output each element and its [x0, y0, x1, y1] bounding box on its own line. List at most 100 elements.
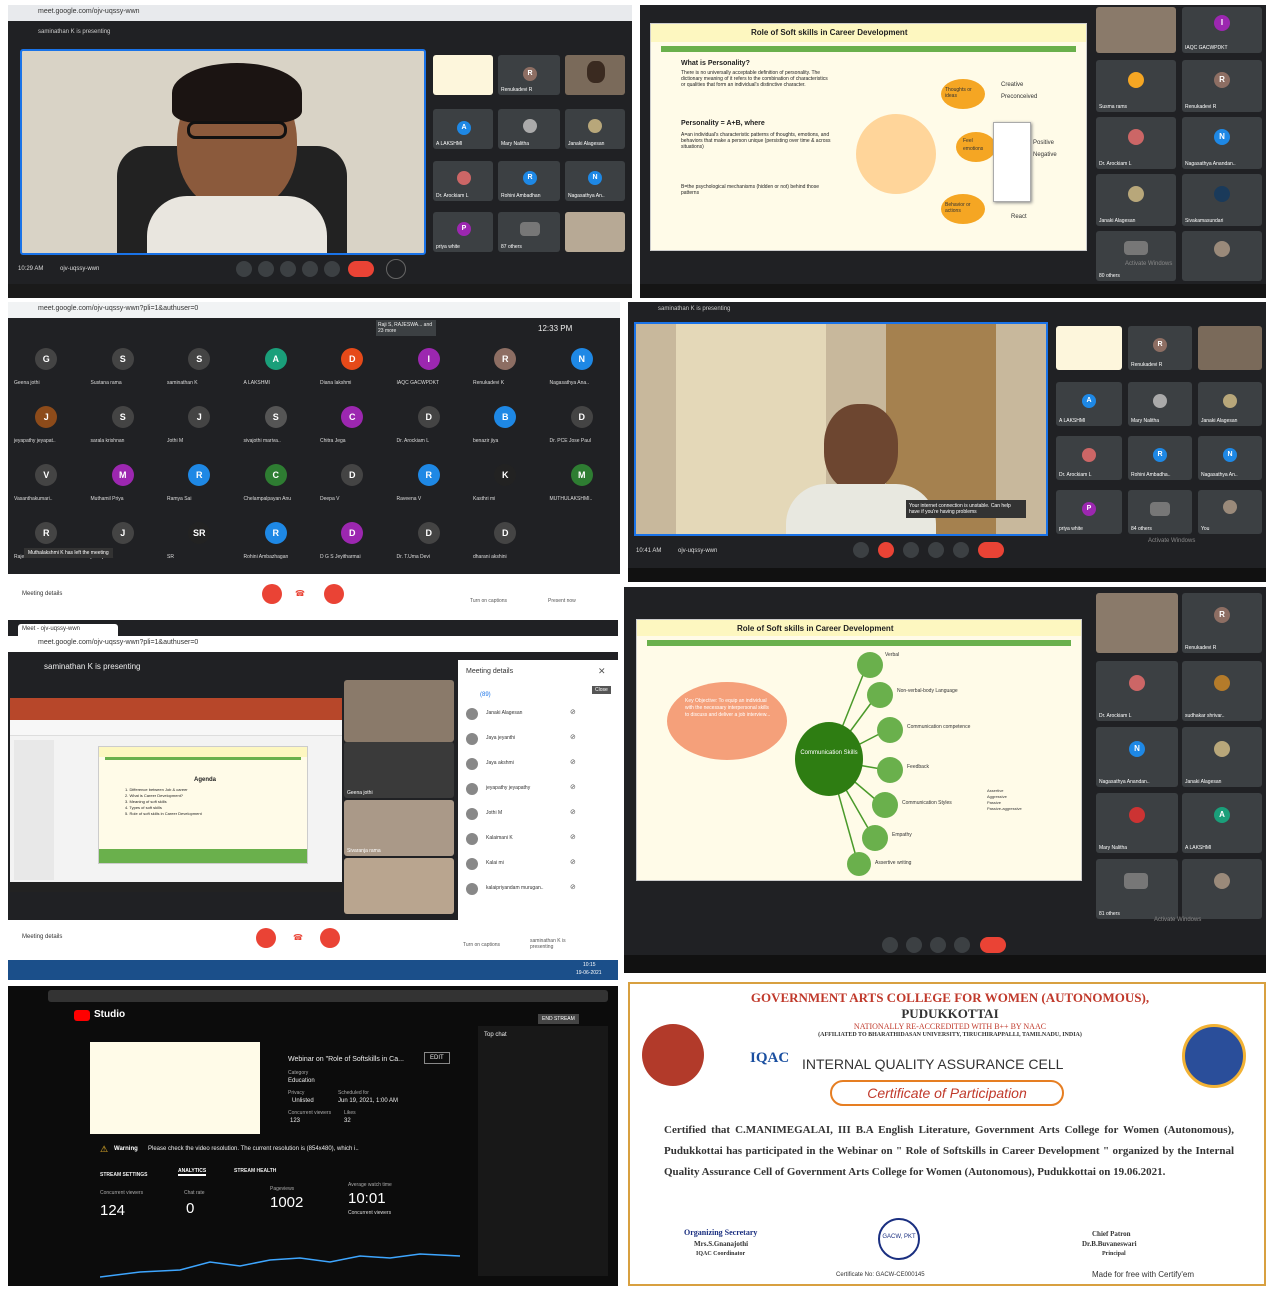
- participant-cell[interactable]: D Deepa V: [314, 456, 391, 514]
- tile-others[interactable]: 87 others: [498, 212, 560, 252]
- participant-cell[interactable]: C Chitra Jega: [314, 398, 391, 456]
- participant-cell[interactable]: Jjai vejatha: [85, 514, 162, 572]
- meeting-details-button[interactable]: Meeting details: [22, 934, 62, 940]
- context-menu[interactable]: [993, 122, 1031, 202]
- people-list-item[interactable]: Jaya akshmi ⊘: [466, 756, 611, 776]
- present-label[interactable]: Present now: [548, 598, 576, 604]
- tile-iaqc[interactable]: I IAQC GACWPDKT: [1182, 7, 1262, 53]
- participant-cell[interactable]: D Dr. T.Uma Devi: [391, 514, 468, 572]
- tile-susma[interactable]: Susma rams: [1096, 60, 1176, 112]
- meeting-details-button[interactable]: Meeting details: [22, 591, 62, 597]
- tile-arockiam[interactable]: Dr. Arockiam L: [1096, 117, 1176, 169]
- captions-label[interactable]: Turn on captions: [463, 942, 500, 948]
- captions-label[interactable]: Turn on captions: [470, 598, 507, 604]
- browser-tab[interactable]: Meet - ojv-uqssy-wwn: [18, 624, 118, 636]
- tile-arockiam[interactable]: Dr. Arockiam L: [1056, 436, 1122, 480]
- tile-slide-thumb[interactable]: [1056, 326, 1122, 370]
- leave-call-button[interactable]: ☎: [290, 932, 306, 944]
- participant-cell[interactable]: Ssarala krishnan: [85, 398, 162, 456]
- participant-cell[interactable]: Jjeyapathy jeyapat..: [8, 398, 85, 456]
- participant-cell[interactable]: Ddharani akshini: [467, 514, 544, 572]
- tile-you[interactable]: You: [1198, 490, 1262, 534]
- participant-cell[interactable]: D Dr. Arockiam L: [391, 398, 468, 456]
- people-list-item[interactable]: Janaki Alagesan ⊘: [466, 706, 611, 726]
- tile-mary[interactable]: Mary Nalitha: [1128, 382, 1192, 426]
- leave-call-button[interactable]: [980, 937, 1006, 953]
- tile-janaki[interactable]: Janaki Alagesan: [1198, 382, 1262, 426]
- tile-a-lakshmi[interactable]: AA LAKSHMI: [433, 109, 493, 149]
- tile-mary-nalitha[interactable]: Mary Nalitha: [498, 109, 560, 149]
- tile-video-speaker[interactable]: [1096, 7, 1176, 53]
- leave-call-button[interactable]: [348, 261, 374, 277]
- tab-stream-health[interactable]: STREAM HEALTH: [234, 1168, 276, 1174]
- participant-cell[interactable]: R Raveena V: [391, 456, 468, 514]
- participant-cell[interactable]: SR SR: [161, 514, 238, 572]
- participant-cell[interactable]: K Kasthri mi: [467, 456, 544, 514]
- tile-others[interactable]: 80 others: [1096, 231, 1176, 281]
- camera-off-button[interactable]: [320, 928, 340, 948]
- tile-self-video[interactable]: [565, 212, 625, 252]
- tile-video-man[interactable]: [565, 55, 625, 95]
- participant-cell[interactable]: D Dr. PCE Jose Paul: [544, 398, 621, 456]
- end-stream-button[interactable]: END STREAM: [538, 1014, 579, 1024]
- camera-button[interactable]: [906, 937, 922, 953]
- participant-cell[interactable]: R Renukadevi K: [467, 340, 544, 398]
- tile-janaki[interactable]: Janaki Alagesan: [1096, 174, 1176, 226]
- tile-rohini[interactable]: R Rohini Ambadha..: [1128, 436, 1192, 480]
- tile-arockiam[interactable]: Dr. Arockiam L: [1096, 661, 1178, 721]
- people-list-item[interactable]: Jaya jeyanthi ⊘: [466, 731, 611, 751]
- captions-button[interactable]: [930, 937, 946, 953]
- participant-cell[interactable]: Ssaminathan K: [161, 340, 238, 398]
- tile-a-lakshmi[interactable]: AA LAKSHMI: [1182, 793, 1262, 853]
- tile-nagasathya[interactable]: N Nagasathya Anandan..: [1096, 727, 1178, 787]
- tile-sivaranja[interactable]: Sivaranja rama: [344, 800, 454, 856]
- browser-address-bar[interactable]: meet.google.com/ojv-uqssy-wwn: [8, 5, 632, 21]
- tile-renukadevi[interactable]: R Renukadevi R: [1128, 326, 1192, 370]
- tile-self[interactable]: [1182, 231, 1262, 281]
- present-button[interactable]: [302, 261, 318, 277]
- mic-button[interactable]: [853, 542, 869, 558]
- tab-stream-settings[interactable]: STREAM SETTINGS: [100, 1172, 148, 1178]
- camera-off-button[interactable]: [324, 584, 344, 604]
- tile-priya[interactable]: Ppriya white: [433, 212, 493, 252]
- tile-others[interactable]: 81 others: [1096, 859, 1178, 919]
- edit-button[interactable]: EDIT: [424, 1052, 450, 1064]
- browser-address-bar[interactable]: meet.google.com/ojv-uqssy-wwn?pli=1&auth…: [8, 302, 620, 318]
- tile-renukadevi[interactable]: R Renukadevi R: [498, 55, 560, 95]
- tile-renukadevi[interactable]: R Renukadevi R: [1182, 60, 1262, 112]
- participant-cell[interactable]: S Sustana rama: [85, 340, 162, 398]
- participant-cell[interactable]: D D G S Jeyitharmai: [314, 514, 391, 572]
- participant-cell[interactable]: G Geena jothi: [8, 340, 85, 398]
- camera-off-button[interactable]: [878, 542, 894, 558]
- tile-janaki[interactable]: Janaki Alagesan: [565, 109, 625, 149]
- participant-cell[interactable]: N Nagasathya Ana..: [544, 340, 621, 398]
- tile-geena[interactable]: Geena jothi: [344, 742, 454, 798]
- participant-cell[interactable]: M MUTHULAKSHMI..: [544, 456, 621, 514]
- people-list-item[interactable]: kalaipriyandam murugan.. ⊘: [466, 881, 611, 901]
- leave-call-button[interactable]: ☎: [292, 588, 308, 600]
- participant-cell[interactable]: R Ramya Sai: [161, 456, 238, 514]
- tile-a-lakshmi[interactable]: AA LAKSHMI: [1056, 382, 1122, 426]
- mic-button[interactable]: [882, 937, 898, 953]
- participant-cell[interactable]: I IAQC GACWPDKT: [391, 340, 468, 398]
- certifyem-footer[interactable]: Made for free with Certify'em: [1092, 1270, 1194, 1279]
- tile-video-1[interactable]: [344, 680, 454, 742]
- tile-priya[interactable]: Ppriya white: [1056, 490, 1122, 534]
- browser-address-bar[interactable]: meet.google.com/ojv-uqssy-wwn?pli=1&auth…: [8, 636, 618, 652]
- presenting-label[interactable]: saminathan K is presenting: [530, 938, 580, 950]
- participant-cell[interactable]: R Rohini Ambazhagan: [238, 514, 315, 572]
- leave-call-button[interactable]: [978, 542, 1004, 558]
- more-button[interactable]: [953, 542, 969, 558]
- participant-cell[interactable]: M Muthamil Priya: [85, 456, 162, 514]
- mic-off-button[interactable]: [256, 928, 276, 948]
- tile-sivakama[interactable]: Sivakamasundari: [1182, 174, 1262, 226]
- tile-self[interactable]: [1182, 859, 1262, 919]
- tile-video-speaker[interactable]: [1096, 593, 1178, 653]
- participant-cell[interactable]: J Jothi M: [161, 398, 238, 456]
- tile-video-4[interactable]: [344, 858, 454, 914]
- tile-slide-thumb[interactable]: [433, 55, 493, 95]
- youtube-logo-icon[interactable]: [74, 1010, 90, 1021]
- people-list-item[interactable]: Kalaimani K ⊘: [466, 831, 611, 851]
- mic-off-button[interactable]: [262, 584, 282, 604]
- tile-video-man[interactable]: [1198, 326, 1262, 370]
